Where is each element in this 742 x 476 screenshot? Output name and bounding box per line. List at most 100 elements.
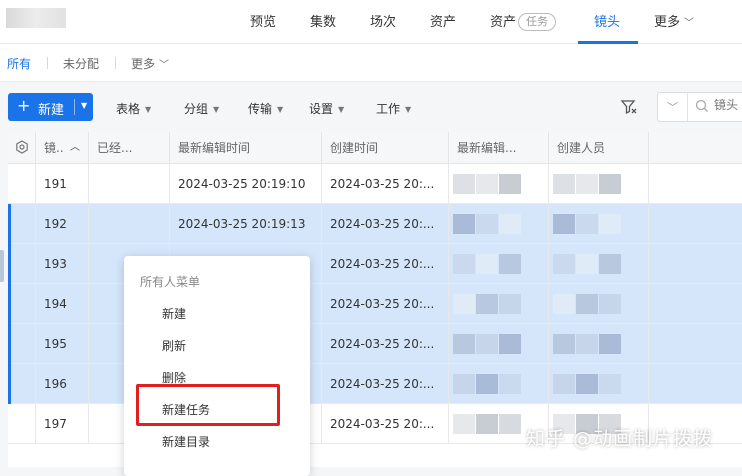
nav-asset-tasks[interactable]: 资产 任务 xyxy=(490,11,557,31)
avatar-pixelated xyxy=(499,174,521,194)
avatar-pixelated xyxy=(553,174,575,194)
table-menu-label: 表格 xyxy=(116,102,141,116)
divider xyxy=(47,57,48,69)
row-select-cell[interactable] xyxy=(8,164,36,204)
app-logo xyxy=(6,8,66,28)
column-settings-icon[interactable] xyxy=(8,132,36,164)
search-scope-select[interactable]: ﹀ xyxy=(658,93,688,121)
avatar-pixelated xyxy=(453,214,475,234)
row-select-cell[interactable] xyxy=(8,284,36,324)
table-row[interactable]: 192 2024-03-25 20:19:13 2024-03-25 20:... xyxy=(8,204,742,244)
avatar-pixelated xyxy=(599,174,621,194)
table-row[interactable]: 195 2024-03-25 20:... xyxy=(8,324,742,364)
tab-all[interactable]: 所有 xyxy=(7,55,31,72)
nav-shots[interactable]: 镜头 xyxy=(594,11,620,30)
settings-menu[interactable]: 设置 ▼ xyxy=(309,100,344,117)
column-header-last-edit-time[interactable]: 最新编辑时间 xyxy=(170,132,322,164)
search-input[interactable] xyxy=(714,98,742,112)
work-menu[interactable]: 工作 ▼ xyxy=(376,100,411,117)
avatar-pixelated xyxy=(499,254,521,274)
cell-shot-number: 196 xyxy=(36,364,89,404)
column-header-last-editor[interactable]: 最新编辑... xyxy=(449,132,549,164)
new-button-label: 新建 xyxy=(38,103,65,118)
tab-unassigned[interactable]: 未分配 xyxy=(63,55,99,72)
cell-last-editor xyxy=(449,284,549,324)
row-select-cell[interactable] xyxy=(8,244,36,284)
nav-episodes[interactable]: 集数 xyxy=(310,11,336,30)
caret-down-icon: ▼ xyxy=(145,105,152,114)
avatar-pixelated xyxy=(599,294,621,314)
cell-created-time: 2024-03-25 20:... xyxy=(322,164,449,204)
chevron-down-icon: ﹀ xyxy=(667,101,678,114)
table-row[interactable]: 193 2024-03-25 20:... xyxy=(8,244,742,284)
panel-collapse-handle[interactable] xyxy=(0,250,4,282)
cell-creator xyxy=(549,164,649,204)
divider xyxy=(115,57,116,69)
avatar-pixelated xyxy=(499,334,521,354)
shot-table: 镜.. ︿ 已经... 最新编辑时间 创建时间 最新编辑... 创建人员 191 2… xyxy=(8,132,742,467)
cell-created-time: 2024-03-25 20:... xyxy=(322,364,449,404)
group-menu[interactable]: 分组 ▼ xyxy=(184,100,219,117)
menu-item-new[interactable]: 新建 xyxy=(162,305,186,322)
column-header-creator[interactable]: 创建人员 xyxy=(549,132,649,164)
cell-last-editor xyxy=(449,164,549,204)
column-header-created-time[interactable]: 创建时间 xyxy=(322,132,449,164)
transfer-menu-label: 传输 xyxy=(248,102,273,116)
avatar-pixelated xyxy=(453,174,475,194)
toolbar: + 新建 ▼ 表格 ▼ 分组 ▼ 传输 ▼ 设置 ▼ 工作 ▼ ﹀ xyxy=(0,82,742,132)
cell-shot-number: 193 xyxy=(36,244,89,284)
table-row[interactable]: 191 2024-03-25 20:19:10 2024-03-25 20:... xyxy=(8,164,742,204)
row-select-cell[interactable] xyxy=(8,204,36,244)
cell-last-editor xyxy=(449,204,549,244)
nav-scenes[interactable]: 场次 xyxy=(370,11,396,30)
table-row[interactable]: 194 2024-03-25 20:... xyxy=(8,284,742,324)
top-nav-bar: 预览 集数 场次 资产 资产 任务 镜头 更多 ﹀ xyxy=(0,0,742,44)
menu-item-refresh[interactable]: 刷新 xyxy=(162,337,186,354)
row-select-cell[interactable] xyxy=(8,324,36,364)
nav-asset-tasks-label: 资产 xyxy=(490,15,517,30)
avatar-pixelated xyxy=(576,334,598,354)
avatar-pixelated xyxy=(576,254,598,274)
nav-more[interactable]: 更多 ﹀ xyxy=(654,11,694,30)
avatar-pixelated xyxy=(499,294,521,314)
avatar-pixelated xyxy=(453,254,475,274)
watermark: 知乎 @动画制片拨拨 xyxy=(526,428,714,450)
caret-down-icon[interactable]: ▼ xyxy=(81,101,87,110)
avatar-pixelated xyxy=(476,294,498,314)
transfer-menu[interactable]: 传输 ▼ xyxy=(248,100,283,117)
search-icon xyxy=(695,99,708,112)
avatar-pixelated xyxy=(553,294,575,314)
menu-item-new-folder[interactable]: 新建目录 xyxy=(162,433,210,450)
caret-down-icon: ▼ xyxy=(213,105,220,114)
plus-icon: + xyxy=(17,96,31,115)
cell-creator xyxy=(549,244,649,284)
cell-status xyxy=(89,204,170,244)
nav-preview[interactable]: 预览 xyxy=(250,11,276,30)
avatar-pixelated xyxy=(499,414,521,434)
tab-more[interactable]: 更多 ﹀ xyxy=(131,55,169,72)
avatar-pixelated xyxy=(553,214,575,234)
cell-last-editor xyxy=(449,324,549,364)
new-button[interactable]: + 新建 ▼ xyxy=(8,93,93,121)
table-menu[interactable]: 表格 ▼ xyxy=(116,100,151,117)
settings-menu-label: 设置 xyxy=(309,102,334,116)
cell-creator xyxy=(549,324,649,364)
nav-more-label: 更多 xyxy=(654,15,681,30)
column-header-shot[interactable]: 镜.. ︿ xyxy=(36,132,89,164)
table-row[interactable]: 196 2024-03-25 20:... xyxy=(8,364,742,404)
filter-clear-icon[interactable] xyxy=(620,98,638,116)
sort-ascending-icon[interactable]: ︿ xyxy=(70,132,80,164)
nav-assets[interactable]: 资产 xyxy=(430,11,456,30)
cell-last-edit-time: 2024-03-25 20:19:10 xyxy=(170,164,322,204)
row-select-cell[interactable] xyxy=(8,364,36,404)
column-header-status[interactable]: 已经... xyxy=(89,132,170,164)
row-select-cell[interactable] xyxy=(8,404,36,444)
chevron-down-icon: ﹀ xyxy=(159,60,170,71)
cell-created-time: 2024-03-25 20:... xyxy=(322,324,449,364)
search-box[interactable]: ﹀ xyxy=(657,92,742,122)
column-header-shot-label: 镜.. xyxy=(44,141,64,155)
avatar-pixelated xyxy=(599,334,621,354)
group-menu-label: 分组 xyxy=(184,102,209,116)
avatar-pixelated xyxy=(476,374,498,394)
task-chip: 任务 xyxy=(518,13,557,31)
